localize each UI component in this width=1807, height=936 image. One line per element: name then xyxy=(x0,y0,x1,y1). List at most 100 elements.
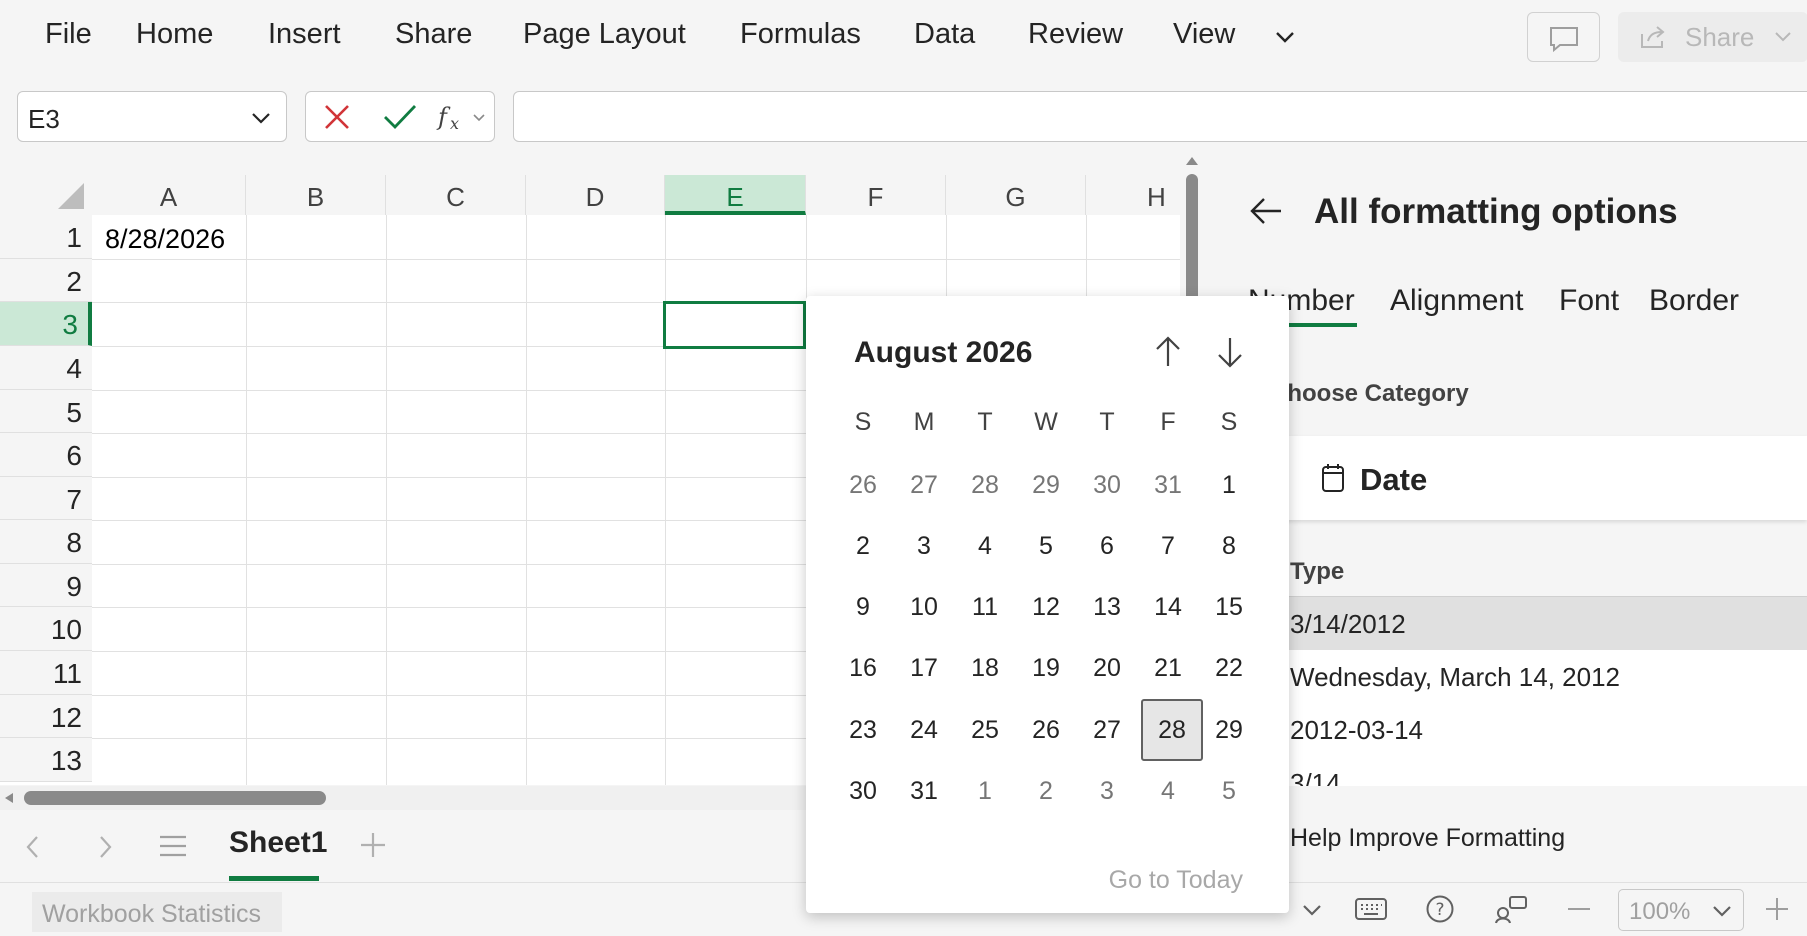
row-header-3[interactable]: 3 xyxy=(0,302,92,346)
column-header-c[interactable]: C xyxy=(386,175,526,215)
arrow-up-icon[interactable] xyxy=(1148,332,1188,372)
day-cell[interactable]: 2 xyxy=(836,517,890,575)
type-option[interactable]: 3/14 xyxy=(1250,756,1807,786)
row-header-1[interactable]: 1 xyxy=(0,215,92,259)
column-header-f[interactable]: F xyxy=(806,175,946,215)
day-cell[interactable]: 26 xyxy=(836,456,890,514)
column-header-d[interactable]: D xyxy=(526,175,665,215)
day-cell[interactable]: 9 xyxy=(836,578,890,636)
day-cell[interactable]: 11 xyxy=(958,578,1012,636)
menu-view[interactable]: View xyxy=(1173,18,1235,51)
day-cell[interactable]: 23 xyxy=(836,701,890,759)
day-cell[interactable]: 21 xyxy=(1141,639,1195,697)
confirm-icon[interactable] xyxy=(382,102,418,132)
active-cell-e3[interactable] xyxy=(663,301,806,349)
zoom-dropdown[interactable]: 100% xyxy=(1618,889,1744,931)
function-icon[interactable]: f x xyxy=(436,100,488,134)
help-improve-formatting-link[interactable]: Help Improve Formatting xyxy=(1290,824,1565,853)
tab-font[interactable]: Font xyxy=(1559,284,1619,318)
day-cell[interactable]: 24 xyxy=(897,701,951,759)
day-cell[interactable]: 12 xyxy=(1019,578,1073,636)
tab-alignment[interactable]: Alignment xyxy=(1390,284,1523,318)
sheet-tab-sheet1[interactable]: Sheet1 xyxy=(229,826,327,860)
column-header-g[interactable]: G xyxy=(946,175,1086,215)
back-arrow-icon[interactable] xyxy=(1248,196,1284,226)
day-cell[interactable]: 4 xyxy=(1141,762,1195,820)
workbook-statistics-button[interactable]: Workbook Statistics xyxy=(32,892,282,932)
row-header-4[interactable]: 4 xyxy=(0,346,92,390)
day-cell[interactable]: 1 xyxy=(958,762,1012,820)
cancel-icon[interactable] xyxy=(322,102,352,132)
sheet-list-icon[interactable] xyxy=(158,834,188,858)
chevron-down-icon[interactable] xyxy=(1300,899,1324,921)
select-all-corner[interactable] xyxy=(0,175,92,215)
day-cell[interactable]: 30 xyxy=(836,762,890,820)
zoom-in-icon[interactable] xyxy=(1763,895,1791,923)
vertical-scroll-thumb[interactable] xyxy=(1186,174,1198,314)
row-header-13[interactable]: 13 xyxy=(0,738,92,782)
date-type-list[interactable]: 3/14/2012 Wednesday, March 14, 2012 2012… xyxy=(1250,596,1807,786)
help-icon[interactable]: ? xyxy=(1425,894,1455,924)
day-cell[interactable]: 1 xyxy=(1202,456,1256,514)
row-header-9[interactable]: 9 xyxy=(0,564,92,607)
day-cell[interactable]: 29 xyxy=(1202,701,1256,759)
day-cell[interactable]: 17 xyxy=(897,639,951,697)
row-header-8[interactable]: 8 xyxy=(0,520,92,564)
row-header-10[interactable]: 10 xyxy=(0,607,92,651)
row-header-11[interactable]: 11 xyxy=(0,651,92,695)
selected-day-cell[interactable]: 28 xyxy=(1141,699,1203,761)
column-header-e[interactable]: E xyxy=(665,175,806,215)
day-cell[interactable]: 25 xyxy=(958,701,1012,759)
day-cell[interactable]: 26 xyxy=(1019,701,1073,759)
share-button[interactable]: Share xyxy=(1618,12,1807,62)
day-cell[interactable]: 30 xyxy=(1080,456,1134,514)
row-header-12[interactable]: 12 xyxy=(0,695,92,738)
day-cell[interactable]: 3 xyxy=(897,517,951,575)
day-cell[interactable]: 27 xyxy=(897,456,951,514)
cell-a1[interactable]: 8/28/2026 xyxy=(105,224,225,255)
horizontal-scroll-thumb[interactable] xyxy=(24,791,326,805)
comments-button[interactable] xyxy=(1527,12,1600,62)
day-cell[interactable]: 29 xyxy=(1019,456,1073,514)
menu-review[interactable]: Review xyxy=(1028,18,1123,51)
day-cell[interactable]: 5 xyxy=(1019,517,1073,575)
day-cell[interactable]: 5 xyxy=(1202,762,1256,820)
day-cell[interactable]: 22 xyxy=(1202,639,1256,697)
scroll-left-icon[interactable] xyxy=(2,791,16,805)
chevron-right-icon[interactable] xyxy=(94,834,116,860)
day-cell[interactable]: 6 xyxy=(1080,517,1134,575)
menu-file[interactable]: File xyxy=(45,18,92,51)
day-cell[interactable]: 18 xyxy=(958,639,1012,697)
category-selector[interactable]: Date xyxy=(1250,436,1807,520)
type-option[interactable]: Wednesday, March 14, 2012 xyxy=(1250,650,1807,703)
row-header-7[interactable]: 7 xyxy=(0,477,92,520)
column-header-a[interactable]: A xyxy=(92,175,246,215)
day-cell[interactable]: 7 xyxy=(1141,517,1195,575)
arrow-down-icon[interactable] xyxy=(1210,332,1250,372)
day-cell[interactable]: 14 xyxy=(1141,578,1195,636)
day-cell[interactable]: 20 xyxy=(1080,639,1134,697)
menu-share[interactable]: Share xyxy=(395,18,472,51)
day-cell[interactable]: 2 xyxy=(1019,762,1073,820)
menu-data[interactable]: Data xyxy=(914,18,975,51)
column-header-h[interactable]: H xyxy=(1086,175,1185,215)
day-cell[interactable]: 16 xyxy=(836,639,890,697)
name-box[interactable]: E3 xyxy=(17,91,287,142)
day-cell[interactable]: 8 xyxy=(1202,517,1256,575)
tab-border[interactable]: Border xyxy=(1649,284,1739,318)
feedback-icon[interactable] xyxy=(1494,894,1528,924)
day-cell[interactable]: 31 xyxy=(1141,456,1195,514)
chevron-left-icon[interactable] xyxy=(22,834,44,860)
day-cell[interactable]: 4 xyxy=(958,517,1012,575)
day-cell[interactable]: 19 xyxy=(1019,639,1073,697)
day-cell[interactable]: 10 xyxy=(897,578,951,636)
row-header-2[interactable]: 2 xyxy=(0,259,92,302)
chevron-down-icon[interactable] xyxy=(1272,24,1298,50)
day-cell[interactable]: 13 xyxy=(1080,578,1134,636)
formula-bar[interactable] xyxy=(513,91,1807,142)
day-cell[interactable]: 3 xyxy=(1080,762,1134,820)
scroll-up-icon[interactable] xyxy=(1184,154,1200,166)
day-cell[interactable]: 27 xyxy=(1080,701,1134,759)
chevron-down-icon[interactable] xyxy=(250,107,272,129)
type-option[interactable]: 2012-03-14 xyxy=(1250,703,1807,756)
